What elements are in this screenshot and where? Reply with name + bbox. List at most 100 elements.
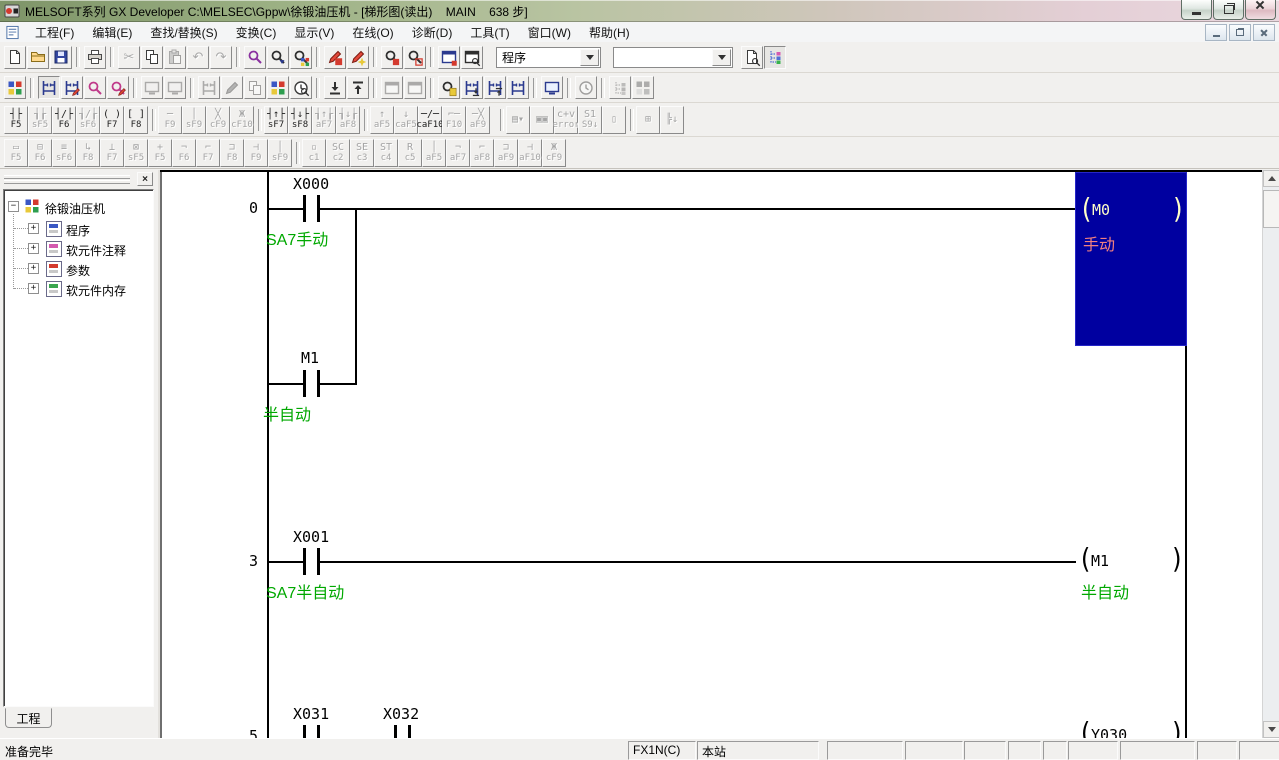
sfc-line-af8-button: ⌐ aF8 <box>470 138 494 167</box>
program-convert-button[interactable] <box>4 76 26 99</box>
panel-close-button[interactable]: × <box>137 172 153 186</box>
combo-dropdown-button[interactable] <box>580 48 599 66</box>
coil-label[interactable]: M1 <box>1091 552 1109 570</box>
application-instruction-button[interactable]: [ ] F8 <box>124 105 148 134</box>
ladder-canvas[interactable]: 0 X000 SA7手动 M1 半自动 ( M0 ) 手动 3 X001 SA7… <box>160 170 1262 738</box>
online-change-button[interactable] <box>267 76 289 99</box>
comment-display-button[interactable] <box>741 45 763 69</box>
find-instruction-button[interactable] <box>290 45 312 69</box>
menu-item-convert[interactable]: 变换(C) <box>227 22 286 43</box>
delete-column-button[interactable] <box>484 76 506 99</box>
contact-label[interactable]: X001 <box>293 528 329 546</box>
copy-button[interactable] <box>141 45 163 69</box>
project-search-button[interactable] <box>461 45 483 69</box>
contact-label[interactable]: X000 <box>293 175 329 193</box>
coil-button[interactable]: ( ) F7 <box>100 105 124 134</box>
menu-item-help[interactable]: 帮助(H) <box>580 22 639 43</box>
tree-expander[interactable]: + <box>28 263 39 274</box>
contact-label[interactable]: M1 <box>301 349 319 367</box>
sfc-line-af9-button: ⊐ aF9 <box>494 138 518 167</box>
parallel-closed-contact-button: ┧/┟ sF6 <box>76 105 100 134</box>
mdi-close-button[interactable] <box>1253 24 1275 41</box>
open-contact-button[interactable]: ┤├ F5 <box>4 105 28 134</box>
vertical-scrollbar[interactable] <box>1262 170 1279 738</box>
print-button[interactable] <box>84 45 106 69</box>
tree-item-program[interactable]: + 程序 <box>4 220 153 238</box>
monitor-mode-button[interactable] <box>84 76 106 99</box>
data-combo[interactable] <box>613 46 733 68</box>
tree-expander[interactable]: + <box>28 283 39 294</box>
menu-item-tools[interactable]: 工具(T) <box>461 22 518 43</box>
close-button[interactable] <box>1245 0 1276 20</box>
menu-item-project[interactable]: 工程(F) <box>26 22 83 43</box>
rising-pulse-button[interactable]: ┤↑├ sF7 <box>258 105 288 134</box>
insert-column-button[interactable] <box>461 76 483 99</box>
insert-row-button[interactable] <box>324 76 346 99</box>
save-button[interactable] <box>50 45 72 69</box>
zoom-area-button[interactable] <box>404 45 426 69</box>
project-tree-toggle-button[interactable] <box>764 45 786 69</box>
read-mode-button[interactable] <box>38 76 60 99</box>
panel-grip[interactable] <box>4 180 130 184</box>
mdi-restore-button[interactable] <box>1229 24 1251 41</box>
menu-item-find-replace[interactable]: 查找/替换(S) <box>141 22 226 43</box>
restore-button[interactable] <box>1213 0 1244 20</box>
status-station: 本站 <box>697 741 819 760</box>
menu-item-view[interactable]: 显示(V) <box>285 22 343 43</box>
program-combo[interactable]: 程序 <box>496 46 601 68</box>
tree-item-device-memory[interactable]: + 软元件内存 <box>4 280 153 298</box>
open-button[interactable] <box>27 45 49 69</box>
scroll-up-button[interactable] <box>1263 170 1279 187</box>
new-button[interactable] <box>4 45 26 69</box>
menu-item-window[interactable]: 窗口(W) <box>519 22 580 43</box>
wire <box>355 209 357 385</box>
contact-bar <box>303 370 306 397</box>
device-batch-monitor-button[interactable] <box>438 76 460 99</box>
combo-dropdown-button[interactable] <box>712 48 731 66</box>
monitor-write-mode-button[interactable] <box>107 76 129 99</box>
standard-toolbar: ✂ ↶ ↷ 程序 <box>0 42 1279 73</box>
red-fill-icon <box>392 58 400 65</box>
find-device-button[interactable] <box>267 45 289 69</box>
tree-item-device-comment[interactable]: + 软元件注释 <box>4 240 153 258</box>
falling-pulse-button[interactable]: ┤↓├ sF8 <box>288 105 312 134</box>
tree-item-parameter[interactable]: + 参数 <box>4 260 153 278</box>
zoom-button[interactable] <box>381 45 403 69</box>
closed-contact-button[interactable]: ┤/├ F6 <box>52 105 76 134</box>
menu-item-diagnostics[interactable]: 诊断(D) <box>403 22 462 43</box>
parameter-check-button <box>221 76 243 99</box>
coil-label[interactable]: M0 <box>1092 201 1110 219</box>
coil-paren-close: ) <box>1170 542 1185 576</box>
titlebar: MELSOFT系列 GX Developer C:\MELSEC\Gppw\徐锻… <box>0 0 1279 22</box>
find-button[interactable] <box>244 45 266 69</box>
sparkle-icon <box>357 57 367 66</box>
contact-label[interactable]: X032 <box>383 705 419 723</box>
edit-connection-button[interactable] <box>507 76 529 99</box>
screen-switch-button[interactable] <box>438 45 460 69</box>
menu-item-edit[interactable]: 编辑(E) <box>83 22 141 43</box>
scroll-down-button[interactable] <box>1263 721 1279 738</box>
panel-grip[interactable] <box>4 175 130 179</box>
trace-button <box>575 76 597 99</box>
selection-cursor[interactable]: ( M0 ) 手动 <box>1075 172 1187 346</box>
delete-row-button[interactable] <box>347 76 369 99</box>
contact-label[interactable]: X031 <box>293 705 329 723</box>
menu-item-online[interactable]: 在线(O) <box>343 22 402 43</box>
scan-time-button[interactable] <box>290 76 312 99</box>
minimize-button[interactable] <box>1181 0 1212 20</box>
partial-run-button: ▯ <box>602 105 626 134</box>
ladder-edit-button[interactable] <box>324 45 346 69</box>
tree-expander[interactable]: + <box>28 243 39 254</box>
toolbar-separator <box>601 77 605 98</box>
project-tab[interactable]: 工程 <box>5 708 52 728</box>
write-mode-button[interactable] <box>61 76 83 99</box>
scrollbar-thumb[interactable] <box>1263 190 1279 228</box>
tree-expander[interactable]: + <box>28 223 39 234</box>
device-test-button[interactable] <box>347 45 369 69</box>
contact-bar <box>317 370 320 397</box>
invert-operation-button[interactable]: ─/─ caF10 <box>416 105 444 134</box>
display-mode-button[interactable] <box>541 76 563 99</box>
mdi-minimize-button[interactable] <box>1205 24 1227 41</box>
coil-label[interactable]: Y030 <box>1091 726 1127 738</box>
new-icon <box>7 49 23 65</box>
